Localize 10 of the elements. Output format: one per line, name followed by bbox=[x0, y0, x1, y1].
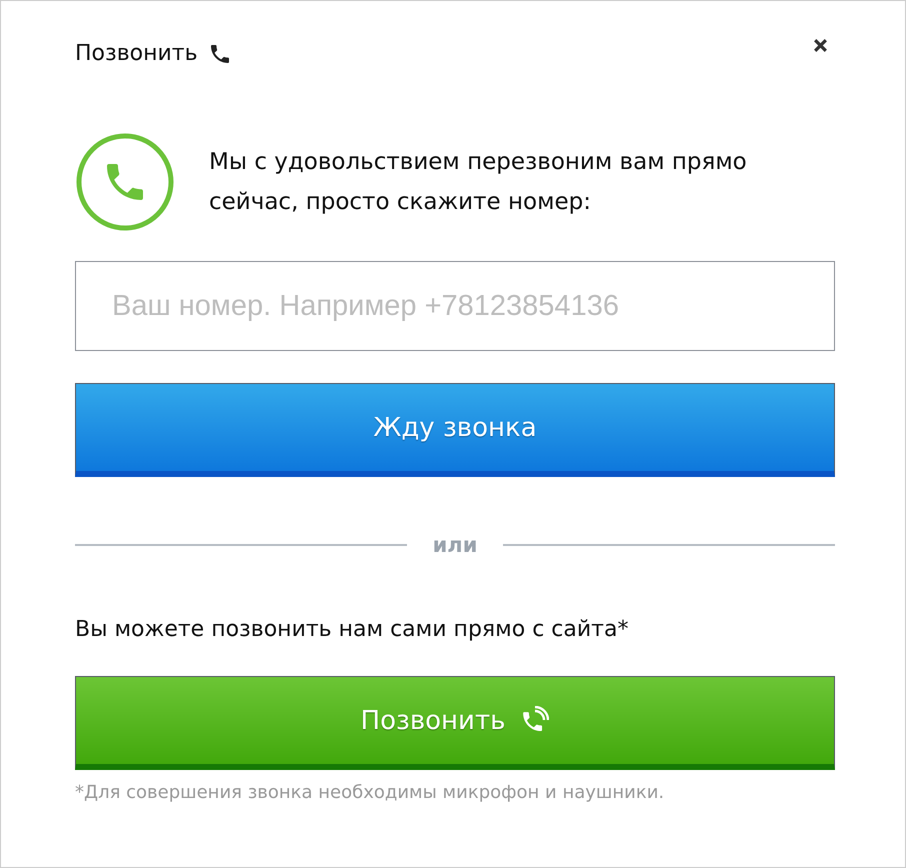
web-call-text: Вы можете позвонить нам сами прямо с сайта* bbox=[75, 617, 630, 642]
phone-circle-icon bbox=[75, 132, 175, 232]
callback-button[interactable]: Жду звонка bbox=[75, 383, 835, 477]
dialog-title: Позвонить bbox=[75, 41, 198, 66]
call-button[interactable]: Позвонить bbox=[75, 676, 835, 770]
close-icon[interactable] bbox=[812, 37, 829, 54]
separator-text: или bbox=[432, 533, 478, 557]
phone-input-field[interactable]: Ваш номер. Например +78123854136 bbox=[75, 261, 835, 351]
intro-text: Мы с удовольствием перезвоним вам прямо сейчас, просто скажите номер: bbox=[209, 148, 748, 217]
footnote-text: *Для совершения звонка необходимы микрофон и наушники. bbox=[75, 782, 666, 803]
